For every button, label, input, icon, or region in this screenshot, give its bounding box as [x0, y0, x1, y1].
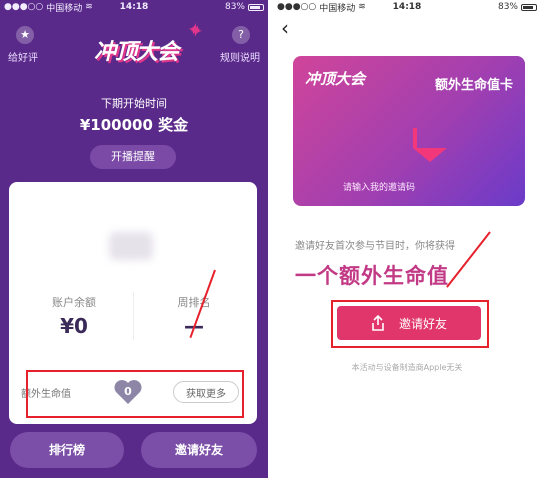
battery-icon: [521, 3, 537, 11]
status-bar: ●●●○○ 中国移动 ≋ 14:18 83%: [0, 0, 268, 14]
sparkle-icon: ✦: [187, 22, 199, 38]
comparison-stage: ●●●○○ 中国移动 ≋ 14:18 83% ★ 给好评 ? 规则说明 冲顶大会…: [0, 0, 541, 478]
battery-percent: 83%: [497, 2, 518, 12]
balance-stat: 账户余额 ¥0: [19, 294, 129, 338]
invite-friends-button[interactable]: 邀请好友: [141, 432, 257, 468]
balance-value: ¥0: [60, 314, 88, 338]
battery-icon: [248, 3, 264, 11]
battery-percent: 83%: [224, 2, 245, 12]
ranking-button[interactable]: 排行榜: [10, 432, 124, 468]
invite-code-placeholder[interactable]: 请输入我的邀请码: [343, 180, 415, 193]
next-time-label: 下期开始时间: [101, 97, 167, 110]
extra-life-card: 冲顶大会 额外生命值卡 请输入我的邀请码: [293, 56, 525, 206]
invite-description: 邀请好友首次参与节目时，你将获得: [295, 241, 455, 252]
rules-link[interactable]: 规则说明: [220, 49, 260, 64]
card-title: 额外生命值卡: [434, 78, 513, 93]
disclaimer: 本活动与设备制造商Apple无关: [351, 363, 463, 372]
invite-screen: ●●●○○ 中国移动 ≋ 14:18 83% ‹ 冲顶大会 额外生命值卡 请输入…: [273, 0, 541, 478]
status-bar: ●●●○○ 中国移动 ≋ 14:18 83%: [273, 0, 541, 14]
prize-text: ¥100000 奖金: [79, 116, 189, 134]
logo-text: 冲顶大会: [93, 39, 179, 65]
balance-label: 账户余额: [52, 296, 96, 309]
avatar: [109, 232, 153, 260]
annotation-box: [331, 300, 489, 348]
app-logo: 冲顶大会 ✦: [80, 22, 199, 72]
back-icon[interactable]: ‹: [281, 16, 289, 40]
review-link[interactable]: 给好评: [8, 49, 38, 64]
stat-divider: [133, 292, 134, 340]
star-icon[interactable]: ★: [16, 26, 34, 44]
extra-life-reward: 一个额外生命值: [295, 264, 449, 288]
heart-shape-icon: [413, 128, 447, 162]
card-logo: 冲顶大会: [305, 70, 366, 88]
remind-button[interactable]: 开播提醒: [90, 145, 176, 169]
annotation-box: [26, 370, 244, 418]
help-icon[interactable]: ?: [232, 26, 250, 44]
rank-label: 周排名: [177, 296, 211, 309]
rank-stat: 周排名 —: [139, 294, 249, 338]
home-screen: ●●●○○ 中国移动 ≋ 14:18 83% ★ 给好评 ? 规则说明 冲顶大会…: [0, 0, 268, 478]
